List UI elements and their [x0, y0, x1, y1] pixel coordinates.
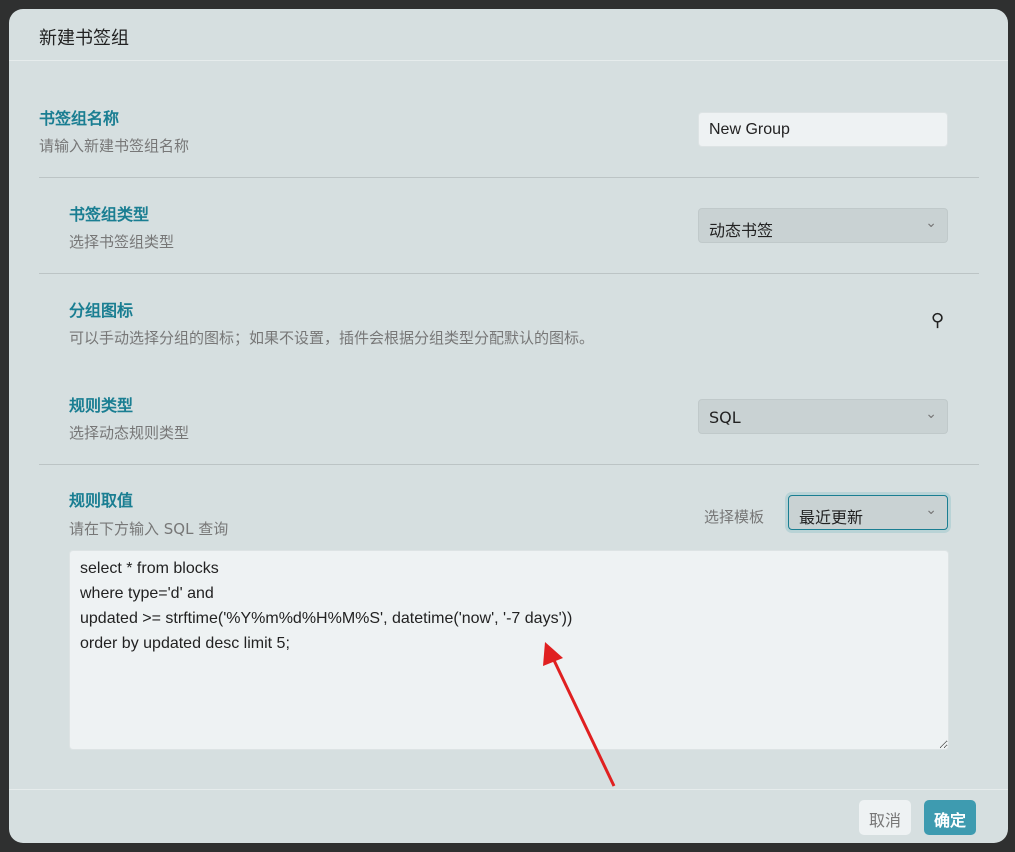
rule-type-value: SQL — [709, 408, 741, 427]
cancel-button[interactable]: 取消 — [859, 800, 912, 835]
new-bookmark-group-dialog: 新建书签组 书签组名称 请输入新建书签组名称 书签组类型 选择书签组类型 动态书… — [9, 9, 1008, 843]
chevron-down-icon: ⌄ — [925, 215, 937, 231]
template-value: 最近更新 — [799, 508, 864, 527]
divider — [39, 177, 979, 178]
search-icon[interactable]: ⚲ — [931, 310, 944, 331]
divider — [39, 273, 979, 274]
chevron-down-icon: ⌄ — [925, 502, 937, 518]
divider — [39, 464, 979, 465]
icon-label: 分组图标 — [69, 301, 134, 320]
dialog-title: 新建书签组 — [9, 9, 1008, 61]
rule-value-desc: 请在下方输入 SQL 查询 — [69, 520, 229, 538]
sql-query-textarea[interactable]: select * from blocks where type='d' and … — [69, 550, 949, 750]
confirm-button[interactable]: 确定 — [924, 800, 977, 835]
name-input[interactable] — [698, 112, 948, 147]
rule-type-desc: 选择动态规则类型 — [69, 424, 190, 442]
type-value: 动态书签 — [709, 221, 774, 240]
icon-desc: 可以手动选择分组的图标；如果不设置，插件会根据分组类型分配默认的图标。 — [69, 329, 595, 347]
type-desc: 选择书签组类型 — [69, 233, 175, 251]
rule-type-select[interactable]: SQL ⌄ — [698, 399, 948, 434]
template-select[interactable]: 最近更新 ⌄ — [788, 495, 948, 530]
type-label: 书签组类型 — [69, 205, 150, 224]
rule-value-label: 规则取值 — [69, 491, 134, 510]
type-select[interactable]: 动态书签 ⌄ — [698, 208, 948, 243]
name-label: 书签组名称 — [39, 109, 120, 128]
rule-type-label: 规则类型 — [69, 396, 134, 415]
template-label: 选择模板 — [704, 508, 765, 526]
name-desc: 请输入新建书签组名称 — [39, 137, 190, 155]
footer-divider — [9, 789, 1008, 790]
chevron-down-icon: ⌄ — [925, 406, 937, 422]
red-arrow-annotation — [543, 642, 616, 787]
